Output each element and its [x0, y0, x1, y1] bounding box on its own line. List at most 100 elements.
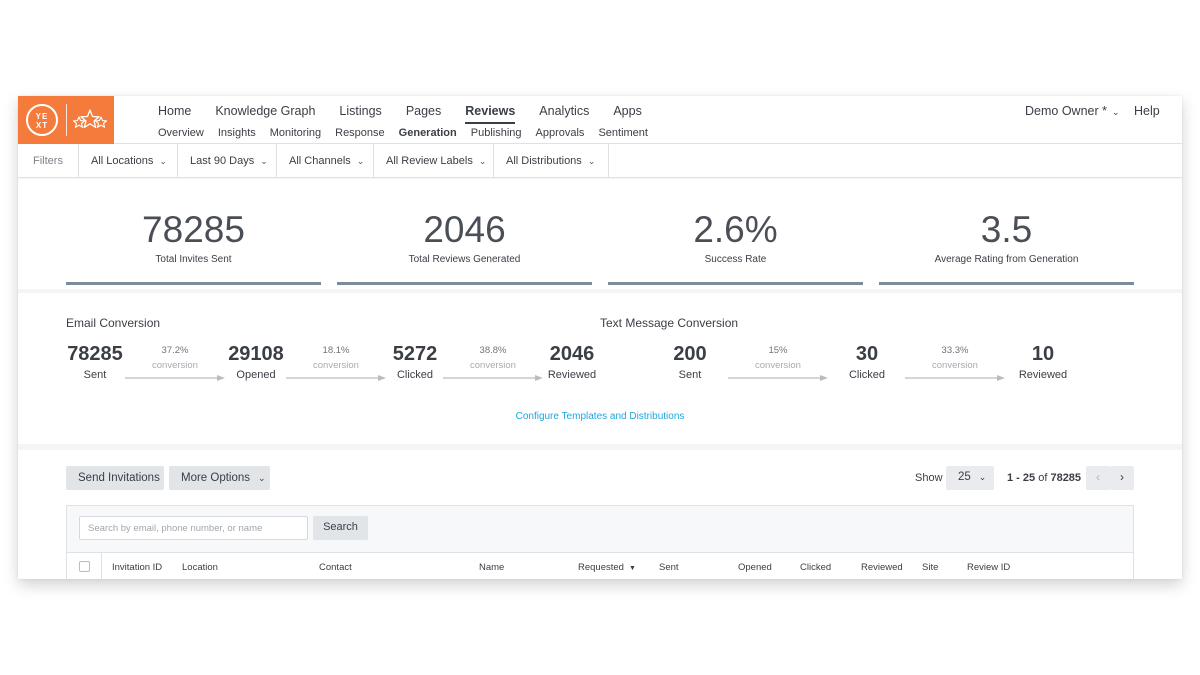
filter-date-range[interactable]: Last 90 Days ⌄ [178, 144, 277, 177]
column-header-sent[interactable]: Sent [659, 562, 679, 573]
configure-templates-link[interactable]: Configure Templates and Distributions [18, 411, 1182, 422]
email-edge-1: 37.2% conversion [125, 345, 225, 381]
column-header-clicked[interactable]: Clicked [800, 562, 831, 573]
subnav-insights[interactable]: Insights [218, 127, 256, 139]
select-all-checkbox[interactable] [79, 561, 90, 572]
conversion-panel: Email Conversion Text Message Conversion… [18, 293, 1182, 444]
column-header-name[interactable]: Name [479, 562, 504, 573]
filter-label: Last 90 Days [190, 155, 255, 167]
nav-listings[interactable]: Listings [339, 96, 381, 124]
column-divider [101, 553, 102, 579]
text-node-reviewed: 10 Reviewed [1003, 343, 1083, 381]
filter-label: All Locations [91, 155, 154, 167]
chevron-down-icon: ⌄ [260, 156, 268, 166]
subnav-generation[interactable]: Generation [399, 127, 457, 139]
subnav-publishing[interactable]: Publishing [471, 127, 522, 139]
column-header-opened[interactable]: Opened [738, 562, 772, 573]
filter-bar: Filters All Locations ⌄ Last 90 Days ⌄ All… [18, 144, 1182, 178]
search-input[interactable] [79, 516, 308, 540]
text-conversion-title: Text Message Conversion [600, 316, 739, 330]
logo[interactable]: YE XT [18, 96, 114, 144]
main-nav: Home Knowledge Graph Listings Pages Revi… [158, 96, 666, 124]
column-header-requested[interactable]: Requested ▼ [578, 562, 636, 573]
stat-value: 2.6% [693, 209, 778, 250]
show-label: Show [915, 472, 943, 484]
reviews-stars-icon [72, 109, 108, 129]
node-label: Reviewed [547, 369, 597, 381]
stat-value: 2046 [423, 209, 506, 250]
node-value: 2046 [549, 343, 595, 365]
email-edge-2: 18.1% conversion [286, 345, 386, 381]
range-total: 78285 [1050, 472, 1082, 484]
filter-review-labels[interactable]: All Review Labels ⌄ [374, 144, 494, 177]
previous-page-button[interactable]: ‹ [1086, 466, 1110, 490]
more-options-button[interactable]: More Options ⌄ [169, 466, 270, 490]
user-name: Demo Owner * [1025, 104, 1107, 118]
filter-channels[interactable]: All Channels ⌄ [277, 144, 374, 177]
sub-nav: Overview Insights Monitoring Response Ge… [158, 127, 662, 139]
text-node-clicked: 30 Clicked [827, 343, 907, 381]
nav-knowledge-graph[interactable]: Knowledge Graph [215, 96, 315, 124]
nav-reviews[interactable]: Reviews [465, 96, 516, 124]
help-link[interactable]: Help [1134, 104, 1160, 118]
filters-label: Filters [18, 144, 79, 177]
node-value: 78285 [67, 343, 123, 365]
chevron-left-icon: ‹ [1096, 470, 1100, 484]
subnav-monitoring[interactable]: Monitoring [270, 127, 321, 139]
app-window: YE XT Home Knowledge Graph Listings Page… [18, 96, 1182, 579]
email-node-reviewed: 2046 Reviewed [532, 343, 612, 381]
chevron-down-icon: ⌄ [978, 472, 987, 482]
nav-home[interactable]: Home [158, 96, 191, 124]
filter-locations[interactable]: All Locations ⌄ [79, 144, 178, 177]
stat-total-invites: 78285 Total Invites Sent [66, 179, 321, 285]
nav-pages[interactable]: Pages [406, 96, 441, 124]
text-node-sent: 200 Sent [650, 343, 730, 381]
column-header-contact[interactable]: Contact [319, 562, 352, 573]
column-header-label: Requested [578, 562, 624, 573]
subnav-response[interactable]: Response [335, 127, 385, 139]
conversion-caption: conversion [470, 360, 516, 371]
search-button[interactable]: Search [313, 516, 368, 540]
arrow-right-icon [125, 375, 225, 381]
text-edge-2: 33.3% conversion [905, 345, 1005, 381]
nav-apps[interactable]: Apps [613, 96, 642, 124]
subnav-overview[interactable]: Overview [158, 127, 204, 139]
column-header-invitation-id[interactable]: Invitation ID [112, 562, 162, 573]
stat-label: Total Invites Sent [155, 254, 232, 265]
user-menu[interactable]: Demo Owner * ⌄ [1025, 104, 1120, 118]
stat-label: Average Rating from Generation [934, 254, 1079, 265]
column-header-reviewed[interactable]: Reviewed [861, 562, 903, 573]
filter-label: All Review Labels [386, 155, 473, 167]
chevron-down-icon: ⌄ [587, 156, 596, 166]
next-page-button[interactable]: › [1110, 466, 1134, 490]
email-node-sent: 78285 Sent [55, 343, 135, 381]
filter-label: All Channels [289, 155, 351, 167]
invitations-table: Search Invitation ID Location Contact Na… [66, 505, 1134, 579]
node-label: Clicked [848, 369, 886, 381]
nav-analytics[interactable]: Analytics [539, 96, 589, 124]
filter-distributions[interactable]: All Distributions ⌄ [494, 144, 609, 177]
node-value: 10 [1031, 343, 1055, 365]
yext-logo-icon: YE XT [26, 104, 58, 136]
column-header-site[interactable]: Site [922, 562, 938, 573]
conversion-caption: conversion [313, 360, 359, 371]
stat-value: 3.5 [980, 209, 1033, 250]
node-label: Reviewed [1018, 369, 1068, 381]
send-invitations-button[interactable]: Send Invitations [66, 466, 164, 490]
conversion-caption: conversion [932, 360, 978, 371]
column-header-review-id[interactable]: Review ID [967, 562, 1010, 573]
invitations-section: Send Invitations More Options ⌄ Show 25 ⌄ … [18, 450, 1182, 579]
conversion-rate: 15% [768, 345, 788, 356]
table-header: Invitation ID Location Contact Name Requ… [67, 552, 1133, 579]
stat-success-rate: 2.6% Success Rate [608, 179, 863, 285]
summary-stats: 78285 Total Invites Sent 2046 Total Revi… [18, 179, 1182, 289]
subnav-sentiment[interactable]: Sentiment [598, 127, 648, 139]
page-size-select[interactable]: 25 ⌄ [946, 466, 994, 490]
arrow-right-icon [728, 375, 828, 381]
stat-total-reviews: 2046 Total Reviews Generated [337, 179, 592, 285]
arrow-right-icon [443, 375, 543, 381]
subnav-approvals[interactable]: Approvals [536, 127, 585, 139]
conversion-rate: 18.1% [322, 345, 350, 356]
column-header-location[interactable]: Location [182, 562, 218, 573]
range-text: 1 - 25 [1007, 472, 1036, 484]
